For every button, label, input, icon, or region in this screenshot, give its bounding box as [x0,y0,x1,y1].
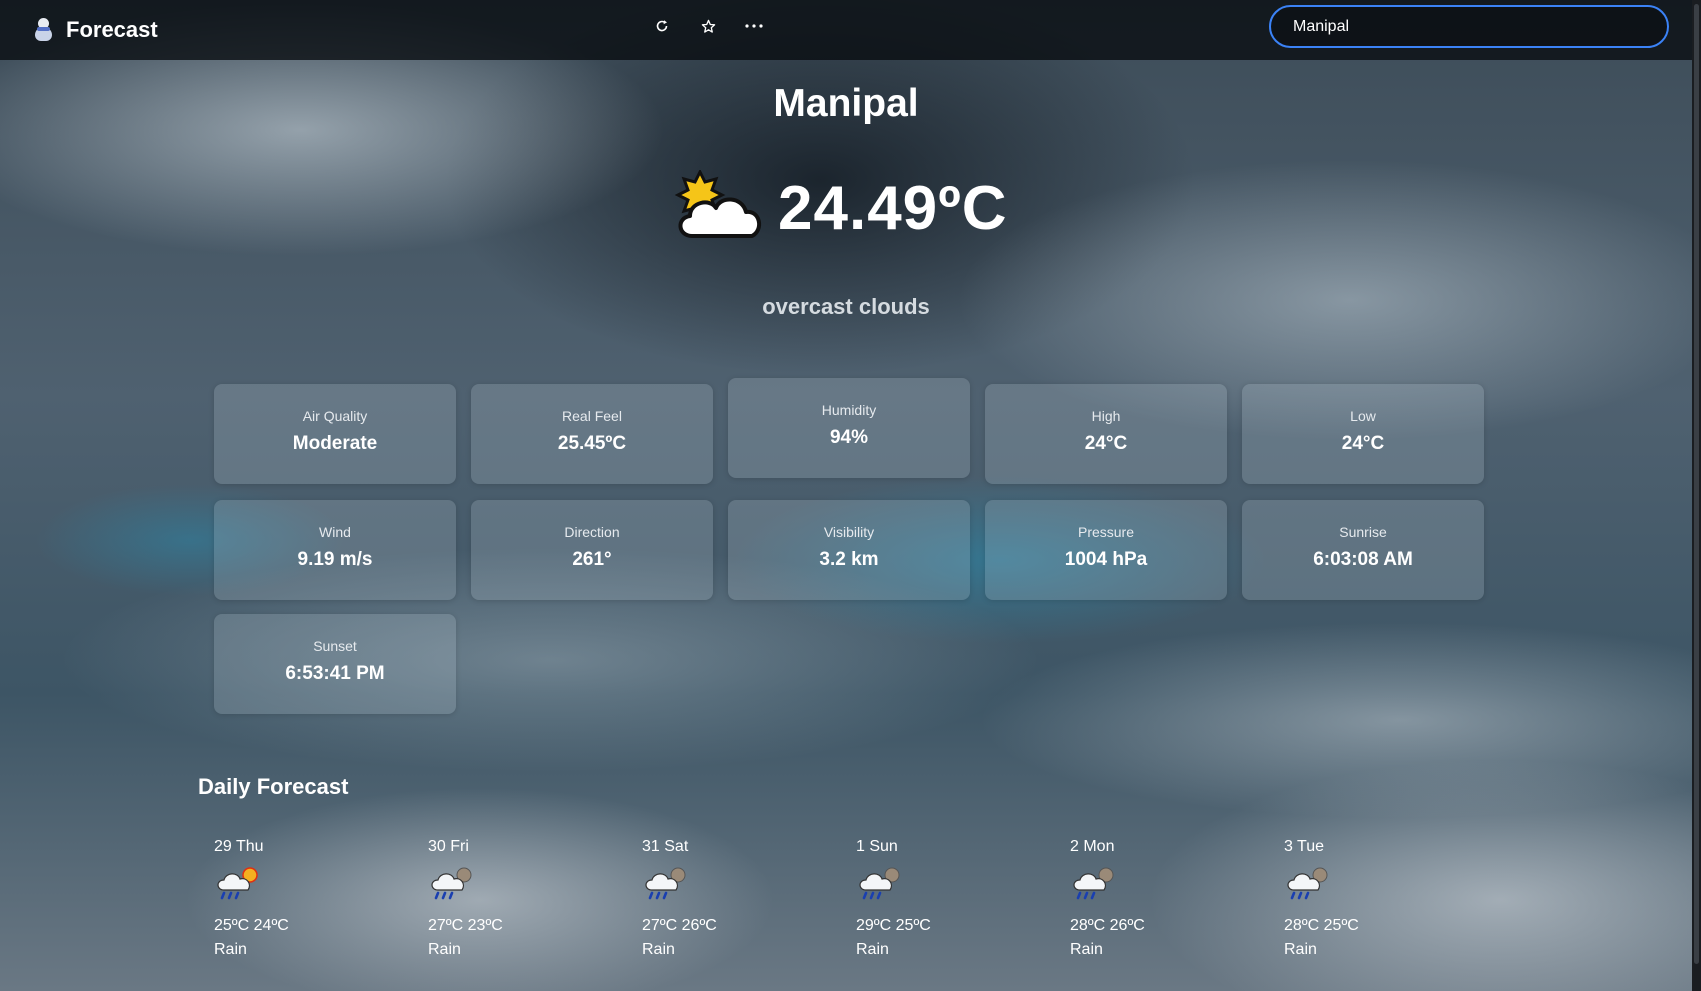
stat-label: Sunset [313,638,357,654]
rain-moon-icon [859,867,900,900]
stat-value: 1004 hPa [1064,549,1148,570]
stat-label: Real Feel [562,408,622,424]
forecast-day: 2 Mon 28ºC 26ºC Rain [1070,838,1250,959]
forecast-day: 1 Sun 29ºC 25ºC Rain [856,838,1036,959]
stat-card-sunset: Sunset 6:53:41 PM [214,614,456,714]
stat-card-air-quality: Air Quality Moderate [214,384,456,484]
forecast-day-label: 30 Fri [428,838,469,855]
stat-value: 9.19 m/s [297,549,373,570]
forecast-day: 29 Thu 25ºC 24ºC Rain [214,838,394,959]
stat-card-visibility: Visibility 3.2 km [728,500,970,600]
forecast-day: 30 Fri 27ºC 23ºC Rain [428,838,608,959]
forecast-temps: 27ºC 23ºC [428,917,503,934]
stat-label: Sunrise [1339,524,1387,540]
stat-card-sunrise: Sunrise 6:03:08 AM [1242,500,1484,600]
more-dots-icon [745,24,763,28]
forecast-day: 3 Tue 28ºC 25ºC Rain [1284,838,1464,959]
stat-card-low: Low 24°C [1242,384,1484,484]
brand[interactable]: Forecast [32,17,158,43]
stat-label: Wind [319,524,351,540]
partly-cloudy-icon [674,170,762,238]
stat-value: Moderate [292,433,378,454]
forecast-day-label: 2 Mon [1070,838,1115,855]
forecast-temps: 29ºC 25ºC [856,917,931,934]
app-title: Forecast [66,17,158,42]
stat-value: 24°C [1341,433,1385,454]
header-actions [650,14,766,38]
stat-label: Direction [564,524,620,540]
refresh-button[interactable] [650,14,674,38]
city-search-input[interactable] [1269,5,1669,48]
stat-label: Visibility [823,524,875,540]
current-weather: 24.49ºC [670,170,1008,246]
forecast-day-label: 31 Sat [642,838,689,855]
rain-sun-icon [217,867,258,900]
stat-card-direction: Direction 261° [471,500,713,600]
stat-value: 3.2 km [819,549,879,570]
forecast-temps: 25ºC 24ºC [214,917,289,934]
stat-label: Low [1350,408,1376,424]
stat-card-wind: Wind 9.19 m/s [214,500,456,600]
forecast-desc: Rain [856,941,889,958]
forecast-day-label: 1 Sun [856,838,898,855]
rain-moon-icon [1287,867,1328,900]
forecast-desc: Rain [214,941,247,958]
stat-value: 94% [829,427,869,448]
forecast-desc: Rain [428,941,461,958]
forecast-day: 31 Sat 27ºC 26ºC Rain [642,838,822,959]
stat-label: High [1091,408,1121,424]
stat-card-pressure: Pressure 1004 hPa [985,500,1227,600]
current-temperature: 24.49ºC [778,173,1008,243]
more-options-button[interactable] [742,14,766,38]
stat-value: 261° [572,549,612,570]
stat-value: 25.45ºC [557,433,627,454]
stat-label: Humidity [821,402,877,418]
forecast-desc: Rain [642,941,675,958]
snowman-logo-icon [32,18,54,42]
refresh-icon [656,20,668,32]
top-bar: Forecast [0,0,1692,60]
forecast-desc: Rain [1284,941,1317,958]
favorite-button[interactable] [696,14,720,38]
rain-moon-icon [645,867,686,900]
city-name: Manipal [773,82,919,125]
forecast-temps: 28ºC 25ºC [1284,917,1359,934]
forecast-desc: Rain [1070,941,1103,958]
forecast-temps: 28ºC 26ºC [1070,917,1145,934]
stat-card-real-feel: Real Feel 25.45ºC [471,384,713,484]
forecast-temps: 27ºC 26ºC [642,917,717,934]
stat-value: 6:53:41 PM [285,663,385,684]
rain-moon-icon [431,867,472,900]
scrollbar-thumb[interactable] [1694,4,1699,964]
page-scrollbar[interactable] [1692,0,1701,991]
stat-label: Air Quality [302,408,368,424]
stat-label: Pressure [1077,524,1135,540]
stat-value: 6:03:08 AM [1313,549,1413,570]
star-icon [701,19,715,33]
stat-card-humidity: Humidity 94% [728,378,970,478]
stat-value: 24°C [1084,433,1128,454]
forecast-day-label: 29 Thu [214,838,264,855]
app-window: Forecast Manipal Manipal 24.49ºC overcas… [0,0,1701,991]
rain-moon-icon [1073,867,1114,900]
daily-forecast-title: Daily Forecast [198,774,349,799]
stat-card-high: High 24°C [985,384,1227,484]
weather-description: overcast clouds [762,294,930,319]
forecast-day-label: 3 Tue [1284,838,1325,855]
